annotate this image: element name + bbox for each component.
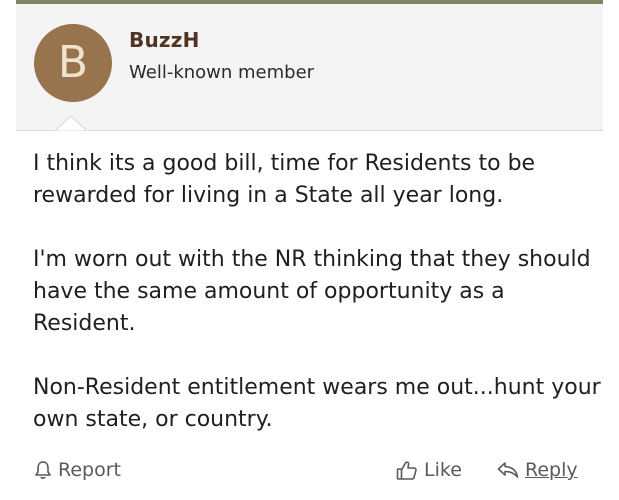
post-content: I think its a good bill, time for Reside… [33,148,608,468]
avatar[interactable]: B [34,24,112,102]
post-paragraph: Non-Resident entitlement wears me out...… [33,375,601,432]
author-title: Well-known member [129,62,315,83]
post-actions: Report Like Reply [0,452,619,488]
post-paragraph: I'm worn out with the NR thinking that t… [33,247,591,336]
like-button[interactable]: Like [396,452,462,488]
reply-button[interactable]: Reply [497,452,578,488]
author-name[interactable]: BuzzH [129,28,200,52]
reply-arrow-icon [497,461,525,479]
post-paragraph: I think its a good bill, time for Reside… [33,151,536,208]
like-label: Like [424,459,462,481]
header-divider [88,130,603,131]
thumbs-up-icon [396,460,424,481]
report-button[interactable]: Report [34,452,121,488]
header-divider [16,130,54,131]
bell-icon [34,460,58,480]
reply-label: Reply [525,459,578,481]
header-pointer [55,115,87,132]
report-label: Report [58,459,121,481]
